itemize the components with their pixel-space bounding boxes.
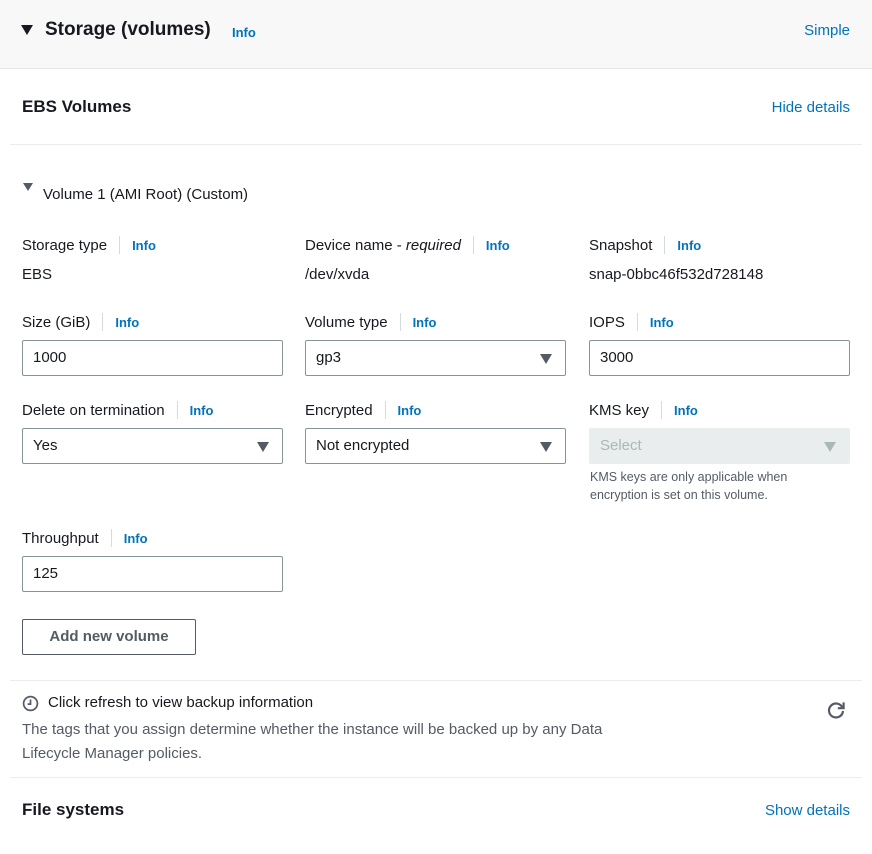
encrypted-info-link[interactable]: Info: [398, 403, 422, 418]
kms-key-select: Select: [589, 428, 850, 464]
backup-info-description: The tags that you assign determine wheth…: [22, 721, 603, 762]
delete-on-termination-label: Delete on termination Info: [22, 401, 213, 419]
separator: [399, 313, 401, 331]
kms-key-hint: KMS keys are only applicable when encryp…: [590, 470, 788, 502]
device-name-label: Device name - required Info: [305, 236, 510, 254]
encrypted-selected-value: Not encrypted: [316, 437, 410, 454]
kms-key-placeholder: Select: [600, 437, 642, 454]
ebs-volumes-title: EBS Volumes: [22, 97, 132, 116]
snapshot-info-link[interactable]: Info: [677, 238, 701, 253]
snapshot-label: Snapshot Info: [589, 236, 701, 254]
dropdown-arrow-icon: [257, 442, 269, 452]
separator: [102, 313, 104, 331]
iops-label-text: IOPS: [589, 313, 625, 331]
throughput-label: Throughput Info: [22, 529, 148, 547]
file-systems-title: File systems: [22, 800, 125, 819]
delete-on-termination-selected-value: Yes: [33, 437, 58, 454]
section-title[interactable]: Storage (volumes): [45, 19, 211, 41]
divider: [10, 777, 862, 778]
required-marker: required: [405, 236, 461, 254]
storage-type-label-text: Storage type: [22, 236, 108, 254]
delete-on-termination-select[interactable]: Yes: [22, 428, 283, 464]
clock-icon: [22, 695, 39, 712]
throughput-input[interactable]: 125: [22, 556, 283, 592]
iops-info-link[interactable]: Info: [650, 315, 674, 330]
hide-details-link[interactable]: Hide details: [772, 99, 850, 116]
separator: [664, 236, 666, 254]
show-details-link[interactable]: Show details: [765, 802, 850, 819]
volume-type-selected-value: gp3: [316, 349, 342, 366]
throughput-label-text: Throughput: [22, 529, 99, 547]
simple-mode-link[interactable]: Simple: [804, 22, 850, 39]
volume-title[interactable]: Volume 1 (AMI Root) (Custom): [43, 186, 248, 203]
dropdown-arrow-icon: [540, 442, 552, 452]
volume-expand-caret-icon[interactable]: [23, 183, 33, 191]
size-label-text: Size (GiB): [22, 313, 91, 331]
storage-type-value: EBS: [22, 266, 53, 283]
kms-key-label-text: KMS key: [589, 401, 650, 419]
delete-on-termination-info-link[interactable]: Info: [190, 403, 214, 418]
volume-type-select[interactable]: gp3: [305, 340, 566, 376]
throughput-info-link[interactable]: Info: [124, 531, 148, 546]
delete-on-termination-label-text: Delete on termination: [22, 401, 165, 419]
separator: [384, 401, 386, 419]
dropdown-arrow-icon: [540, 354, 552, 364]
add-new-volume-button[interactable]: Add new volume: [22, 619, 196, 655]
iops-input-value: 3000: [600, 349, 634, 366]
backup-info-title: Click refresh to view backup information: [48, 694, 314, 711]
size-input-value: 1000: [33, 349, 67, 366]
device-name-value: /dev/xvda: [305, 266, 370, 283]
snapshot-label-text: Snapshot: [589, 236, 653, 254]
storage-info-link[interactable]: Info: [232, 25, 256, 40]
dropdown-arrow-icon: [824, 442, 836, 452]
device-name-info-link[interactable]: Info: [486, 238, 510, 253]
size-info-link[interactable]: Info: [115, 315, 139, 330]
collapse-caret-icon[interactable]: [21, 25, 33, 35]
size-label: Size (GiB) Info: [22, 313, 139, 331]
snapshot-value: snap-0bbc46f532d728148: [589, 266, 764, 283]
refresh-icon[interactable]: [825, 699, 847, 721]
kms-key-label: KMS key Info: [589, 401, 698, 419]
volume-type-label-text: Volume type: [305, 313, 388, 331]
separator: [661, 401, 663, 419]
size-input[interactable]: 1000: [22, 340, 283, 376]
device-name-label-text: Device name -: [305, 236, 406, 254]
storage-type-label: Storage type Info: [22, 236, 156, 254]
storage-section-header: Storage (volumes) Info Simple: [0, 0, 872, 69]
volume-type-info-link[interactable]: Info: [413, 315, 437, 330]
separator: [472, 236, 474, 254]
divider: [10, 144, 862, 145]
volume-type-label: Volume type Info: [305, 313, 436, 331]
separator: [176, 401, 178, 419]
separator: [119, 236, 121, 254]
encrypted-select[interactable]: Not encrypted: [305, 428, 566, 464]
encrypted-label: Encrypted Info: [305, 401, 421, 419]
throughput-input-value: 125: [33, 565, 59, 582]
separator: [636, 313, 638, 331]
iops-input[interactable]: 3000: [589, 340, 850, 376]
kms-key-info-link[interactable]: Info: [674, 403, 698, 418]
divider: [10, 680, 862, 681]
encrypted-label-text: Encrypted: [305, 401, 373, 419]
separator: [110, 529, 112, 547]
storage-type-info-link[interactable]: Info: [132, 238, 156, 253]
iops-label: IOPS Info: [589, 313, 674, 331]
